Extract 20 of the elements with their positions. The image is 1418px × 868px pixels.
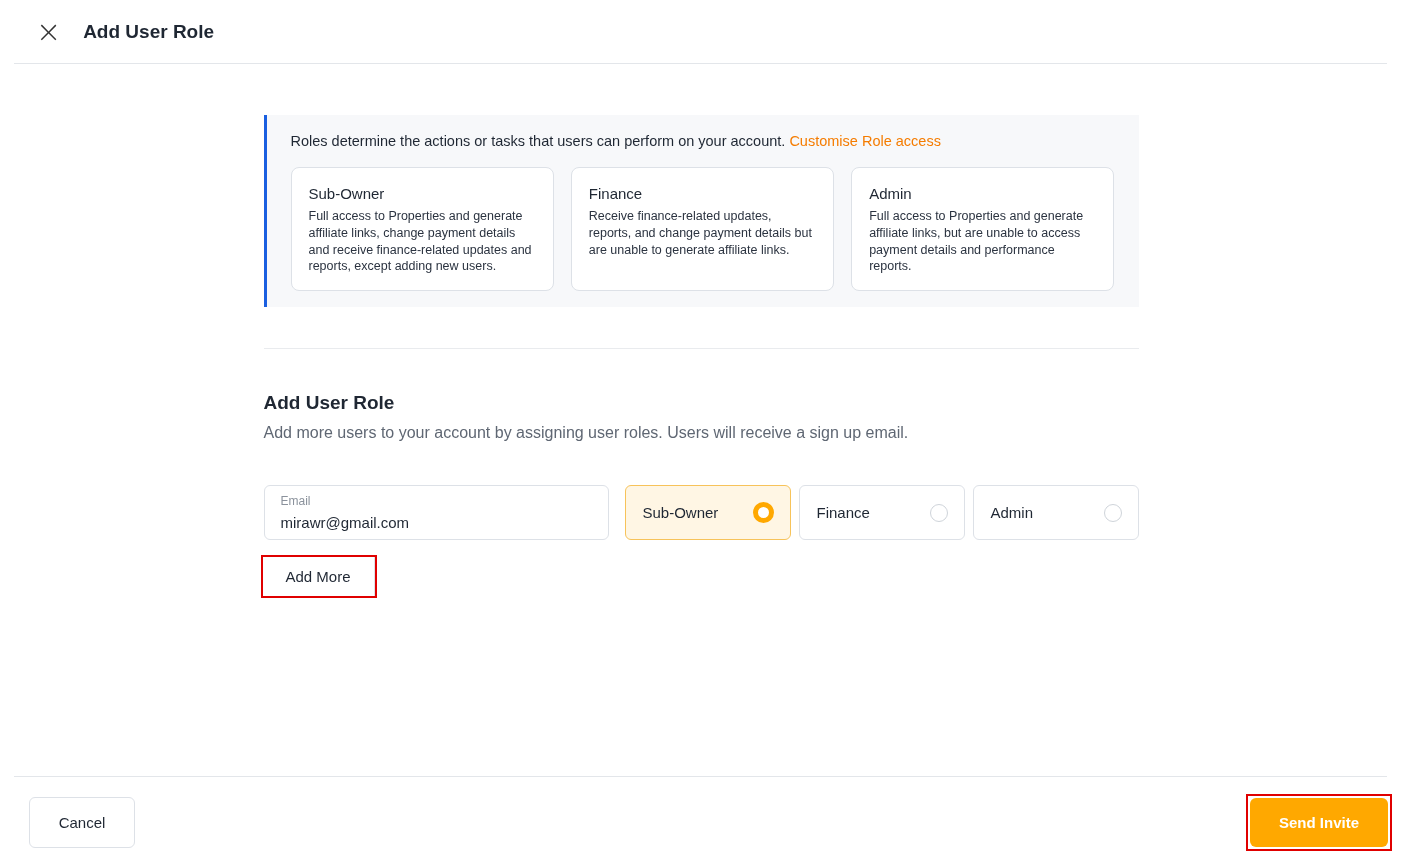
info-text: Roles determine the actions or tasks that users can perform on your account. Customise Role access [290, 133, 942, 149]
page-title: Add User Role [83, 20, 215, 43]
role-option[interactable]: Admin [972, 485, 1139, 541]
role-description: Full access to Properties and generate affiliate links, but are unable to access payment details and performance reports. [869, 208, 1085, 276]
role-description: Full access to Properties and generate affiliate links, change payment details and receive finance-related updates and reports, except adding new users. [308, 208, 533, 276]
email-input[interactable]: mirawr@gmail.com [280, 514, 592, 532]
email-field[interactable]: Email mirawr@gmail.com [263, 485, 609, 541]
role-title: Sub-Owner [308, 185, 386, 202]
field-label: Email [280, 494, 312, 509]
radio-button[interactable] [1103, 503, 1122, 522]
section-title: Add User Role [263, 392, 396, 415]
section-subtitle: Add more users to your account by assigning user roles. Users will receive a sign up email. [263, 424, 910, 443]
role-title: Admin [869, 185, 913, 202]
radio-button[interactable] [752, 502, 774, 524]
cancel-button[interactable]: Cancel [29, 797, 135, 848]
role-description: Receive finance-related updates, reports, and change payment details but are unable to generate affiliate links. [588, 208, 813, 259]
radio-button[interactable] [929, 503, 948, 522]
role-option[interactable]: Finance [798, 485, 965, 541]
role-option[interactable]: Sub-Owner [624, 485, 791, 541]
role-title: Finance [588, 185, 644, 202]
